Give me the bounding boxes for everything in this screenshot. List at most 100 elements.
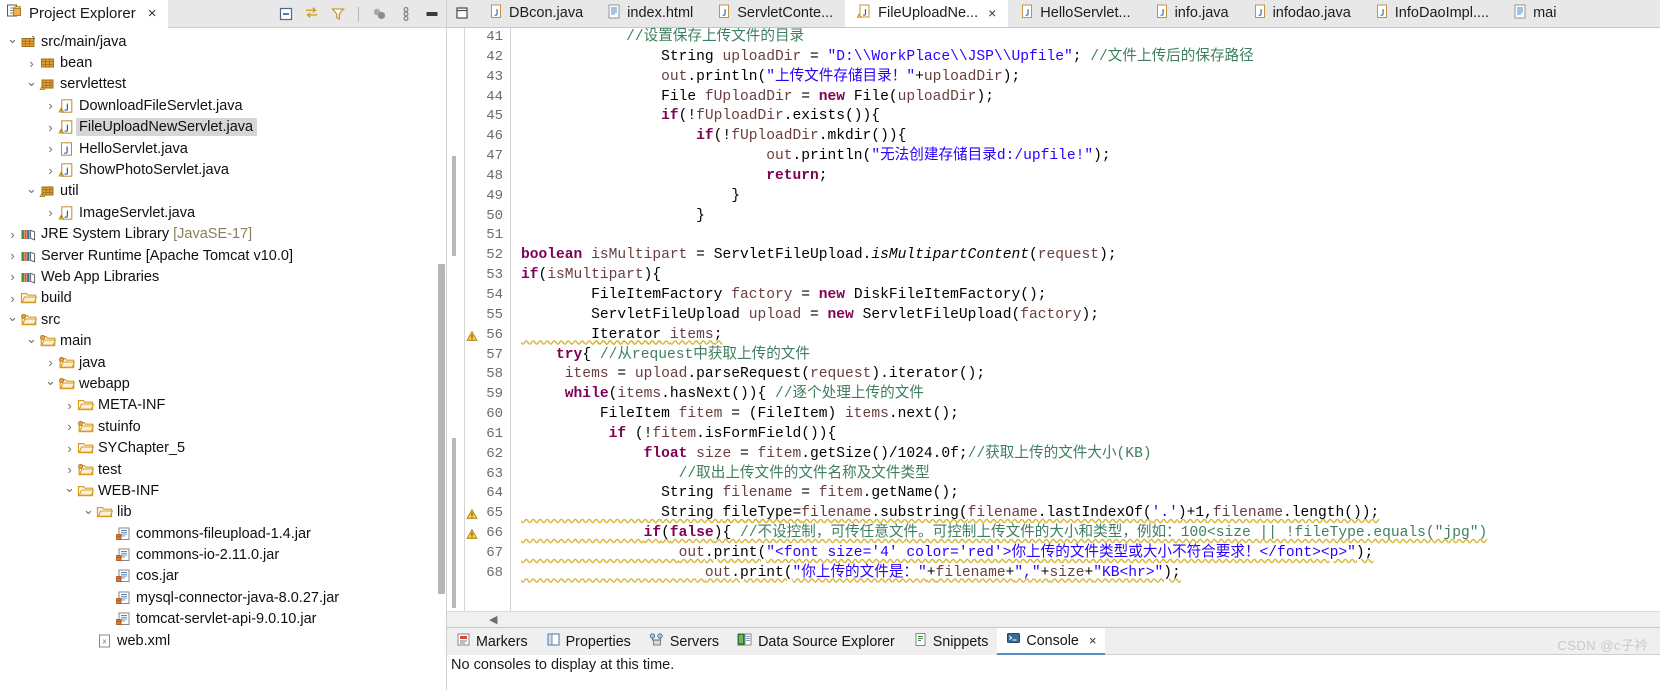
editor-tab-infodaoimpl[interactable]: InfoDaoImpl....: [1363, 0, 1501, 27]
view-menu-icon[interactable]: [397, 6, 414, 23]
code-line[interactable]: FileItemFactory factory = new DiskFileIt…: [521, 286, 1660, 306]
chevron-right-icon[interactable]: ›: [6, 269, 19, 284]
chevron-right-icon[interactable]: ›: [6, 227, 19, 242]
editor-tab-servletconte[interactable]: ServletConte...: [705, 0, 845, 27]
chevron-down-icon[interactable]: ⌄: [6, 31, 19, 47]
explorer-scrollbar-thumb[interactable]: [438, 264, 445, 594]
warning-marker-icon[interactable]: [466, 527, 479, 540]
view-tab-datasourceexplorer[interactable]: Data Source Explorer: [728, 628, 904, 655]
working-sets-icon[interactable]: [371, 6, 388, 23]
editor-annotation-ruler[interactable]: [447, 28, 465, 611]
tree-item-web.xml[interactable]: x web.xml: [0, 630, 446, 651]
code-line[interactable]: out.print("你上传的文件是："+filename+","+size+"…: [521, 564, 1660, 584]
explorer-scrollbar[interactable]: [437, 28, 446, 690]
code-line[interactable]: Iterator items;: [521, 326, 1660, 346]
chevron-right-icon[interactable]: ›: [44, 141, 57, 156]
tree-item-jre-system-library[interactable]: › JRE System Library [JavaSE-17]: [0, 224, 446, 245]
chevron-down-icon[interactable]: ⌄: [25, 331, 38, 347]
filter-icon[interactable]: [329, 6, 346, 23]
chevron-right-icon[interactable]: ›: [44, 205, 57, 220]
chevron-right-icon[interactable]: ›: [44, 163, 57, 178]
code-line[interactable]: items = upload.parseRequest(request).ite…: [521, 365, 1660, 385]
tree-item-cos.jar[interactable]: cos.jar: [0, 566, 446, 587]
code-line[interactable]: File fUploadDir = new File(uploadDir);: [521, 88, 1660, 108]
close-icon[interactable]: ×: [148, 6, 157, 21]
tree-item-main[interactable]: ⌄ main: [0, 330, 446, 351]
tree-item-meta-inf[interactable]: › META-INF: [0, 395, 446, 416]
chevron-right-icon[interactable]: ›: [44, 355, 57, 370]
code-line[interactable]: if(!fUploadDir.exists()){: [521, 107, 1660, 127]
code-line[interactable]: if(!fUploadDir.mkdir()){: [521, 127, 1660, 147]
tree-item-fileuploadnewservlet.java[interactable]: › FileUploadNewServlet.java: [0, 117, 446, 138]
chevron-right-icon[interactable]: ›: [44, 120, 57, 135]
tree-item-commons-fileupload-1.4.jar[interactable]: commons-fileupload-1.4.jar: [0, 523, 446, 544]
tab-project-explorer[interactable]: Project Explorer ×: [0, 0, 165, 28]
chevron-right-icon[interactable]: ›: [63, 398, 76, 413]
tree-item-bean[interactable]: › bean: [0, 52, 446, 73]
project-tree[interactable]: ⌄ src/main/java › bean ⌄ servlettest › Download…: [0, 28, 446, 651]
editor-tab-infodaojava[interactable]: infodao.java: [1241, 0, 1363, 27]
chevron-down-icon[interactable]: ⌄: [44, 373, 57, 389]
tree-item-downloadfileservlet.java[interactable]: › DownloadFileServlet.java: [0, 95, 446, 116]
chevron-right-icon[interactable]: ›: [25, 56, 38, 71]
code-line[interactable]: while(items.hasNext()){ //逐个处理上传的文件: [521, 385, 1660, 405]
code-line[interactable]: }: [521, 207, 1660, 227]
chevron-down-icon[interactable]: ⌄: [6, 309, 19, 325]
code-line[interactable]: return;: [521, 167, 1660, 187]
code-line[interactable]: ServletFileUpload upload = new ServletFi…: [521, 306, 1660, 326]
chevron-right-icon[interactable]: ›: [63, 441, 76, 456]
code-line[interactable]: String filename = fitem.getName();: [521, 484, 1660, 504]
code-line[interactable]: try{ //从request中获取上传的文件: [521, 346, 1660, 366]
minimize-icon[interactable]: [423, 6, 440, 23]
code-line[interactable]: float size = fitem.getSize()/1024.0f;//获…: [521, 445, 1660, 465]
editor-horizontal-scrollbar[interactable]: ◀: [447, 611, 1660, 627]
code-line[interactable]: if (!fitem.isFormField()){: [521, 425, 1660, 445]
code-line[interactable]: FileItem fitem = (FileItem) items.next()…: [521, 405, 1660, 425]
code-line[interactable]: //取出上传文件的文件名称及文件类型: [521, 465, 1660, 485]
chevron-down-icon[interactable]: ⌄: [25, 74, 38, 90]
view-tab-servers[interactable]: Servers: [640, 628, 728, 655]
view-tab-properties[interactable]: Properties: [537, 628, 640, 655]
tree-item-servlettest[interactable]: ⌄ servlettest: [0, 74, 446, 95]
editor-tab-mai[interactable]: mai: [1501, 0, 1568, 27]
warning-marker-icon[interactable]: [466, 329, 479, 342]
tree-item-java[interactable]: › java: [0, 352, 446, 373]
code-line[interactable]: String uploadDir = "D:\\WorkPlace\\JSP\\…: [521, 48, 1660, 68]
tree-item-lib[interactable]: ⌄ lib: [0, 502, 446, 523]
tree-item-mysql-connector-java-8.0.27.jar[interactable]: mysql-connector-java-8.0.27.jar: [0, 587, 446, 608]
link-with-editor-icon[interactable]: [303, 6, 320, 23]
view-tab-close-icon[interactable]: ×: [1089, 633, 1097, 648]
editor-tab-fileuploadne[interactable]: FileUploadNe... ×: [845, 0, 1009, 27]
tree-item-stuinfo[interactable]: › stuinfo: [0, 416, 446, 437]
code-line[interactable]: [521, 226, 1660, 246]
code-line[interactable]: boolean isMultipart = ServletFileUpload.…: [521, 246, 1660, 266]
code-line[interactable]: //设置保存上传文件的目录: [521, 28, 1660, 48]
chevron-right-icon[interactable]: ›: [44, 98, 57, 113]
code-line[interactable]: if(false){ //不设控制，可传任意文件。可控制上传文件的大小和类型，例…: [521, 524, 1660, 544]
tree-item-util[interactable]: ⌄ util: [0, 181, 446, 202]
editor-tab-indexhtml[interactable]: index.html: [595, 0, 705, 27]
chevron-right-icon[interactable]: ›: [63, 419, 76, 434]
tree-item-test[interactable]: › test: [0, 459, 446, 480]
code-content[interactable]: //设置保存上传文件的目录 String uploadDir = "D:\\Wo…: [511, 28, 1660, 611]
code-line[interactable]: out.print("<font size='4' color='red'>你上…: [521, 544, 1660, 564]
chevron-right-icon[interactable]: ›: [6, 291, 19, 306]
code-line[interactable]: String fileType=filename.substring(filen…: [521, 504, 1660, 524]
code-line[interactable]: out.println("无法创建存储目录d:/upfile!");: [521, 147, 1660, 167]
code-line[interactable]: }: [521, 187, 1660, 207]
view-tab-markers[interactable]: Markers: [447, 628, 537, 655]
chevron-right-icon[interactable]: ›: [6, 248, 19, 263]
code-line[interactable]: out.println("上传文件存储目录！"+uploadDir);: [521, 68, 1660, 88]
tree-item-helloservlet.java[interactable]: › HelloServlet.java: [0, 138, 446, 159]
tree-item-src-main-java[interactable]: ⌄ src/main/java: [0, 31, 446, 52]
chevron-right-icon[interactable]: ›: [63, 462, 76, 477]
chevron-down-icon[interactable]: ⌄: [63, 480, 76, 496]
tree-item-web-inf[interactable]: ⌄ WEB-INF: [0, 480, 446, 501]
tree-item-build[interactable]: › build: [0, 288, 446, 309]
editor-tab-close-icon[interactable]: ×: [988, 5, 996, 21]
chevron-down-icon[interactable]: ⌄: [25, 181, 38, 197]
view-tab-snippets[interactable]: Snippets: [904, 628, 998, 655]
scroll-left-arrow-icon[interactable]: ◀: [489, 613, 497, 626]
tree-item-imageservlet.java[interactable]: › ImageServlet.java: [0, 202, 446, 223]
collapse-all-icon[interactable]: [277, 6, 294, 23]
